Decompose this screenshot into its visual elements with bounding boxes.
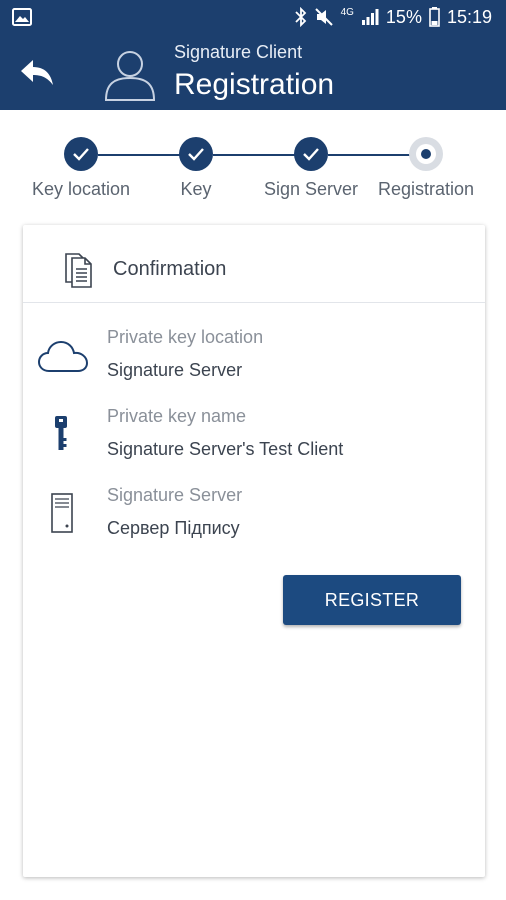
info-label: Private key name [107,406,247,426]
register-button[interactable]: REGISTER [283,575,461,625]
clock: 15:19 [446,6,492,27]
info-row-key-location: Private key location Signature Server [23,327,485,397]
step-4-current [409,137,443,171]
signal-icon [361,9,379,25]
check-icon [303,148,319,161]
step-connector [98,154,180,156]
status-bar: 4G 15% 15:19 [0,0,506,34]
info-value: Signature Server [107,360,243,380]
step-label-key: Key [180,179,212,199]
step-1-complete [64,137,98,171]
mute-icon [314,8,333,26]
info-value: Signature Server's Test Client [107,439,344,459]
card-header: Confirmation [23,225,485,303]
battery-icon [429,7,440,27]
registration-stepper: Key location Key Sign Server Registratio… [0,135,506,205]
user-avatar-icon [104,51,156,101]
step-connector [328,154,410,156]
app-subtitle: Signature Client [174,42,303,62]
step-label-registration: Registration [377,179,475,199]
server-icon [51,493,73,533]
back-arrow-icon [21,60,53,85]
step-connector [213,154,295,156]
page-title: Registration [174,68,335,101]
cloud-icon [37,340,89,372]
info-row-key-name: Private key name Signature Server's Test… [23,406,485,476]
step-label-sign-server: Sign Server [263,179,359,199]
step-label-key-location: Key location [31,179,131,199]
battery-percent: 15% [385,6,422,27]
bluetooth-icon [294,7,306,27]
confirmation-card: Confirmation Private key location Signat… [23,225,485,877]
check-icon [188,148,204,161]
info-value: Сервер Підпису [107,518,240,538]
back-button[interactable] [14,50,60,96]
document-icon [65,253,92,288]
gallery-notification-icon [12,8,32,26]
card-title: Confirmation [113,258,227,280]
network-type-label: 4G [340,6,354,18]
check-icon [73,148,89,161]
step-3-complete [294,137,328,171]
app-bar: Signature Client Registration [0,34,506,110]
key-icon [55,416,67,450]
info-label: Private key location [107,327,264,347]
info-label: Signature Server [107,485,243,505]
step-2-complete [179,137,213,171]
info-row-sign-server: Signature Server Сервер Підпису [23,485,485,555]
